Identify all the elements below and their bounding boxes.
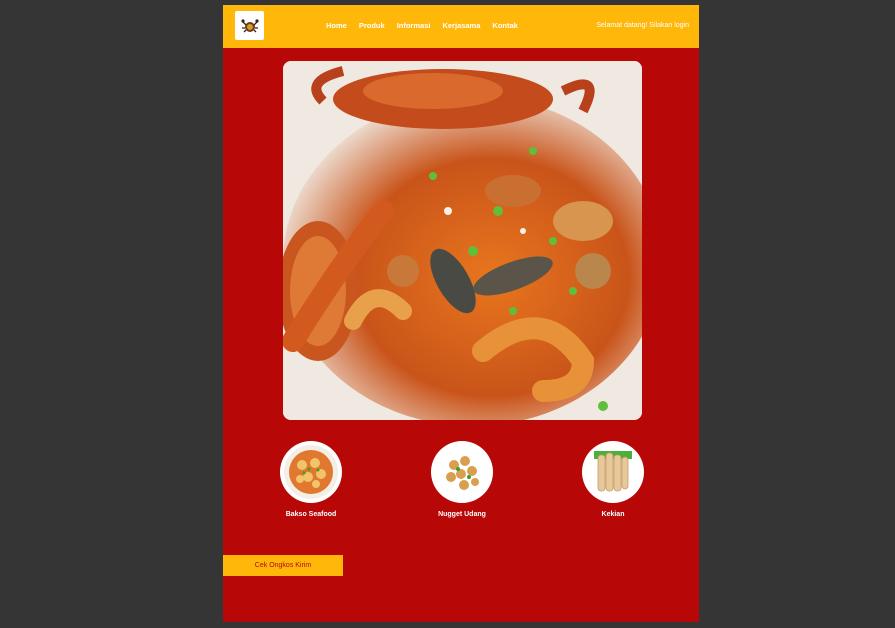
nav-home[interactable]: Home	[326, 21, 347, 30]
page-container: Home Produk Informasi Kerjasama Kontak S…	[223, 5, 699, 622]
crab-logo-icon	[240, 18, 259, 32]
product-thumbnail	[433, 443, 491, 501]
product-thumbnail	[282, 443, 340, 501]
nav-produk[interactable]: Produk	[359, 21, 385, 30]
seafood-platter-image	[283, 61, 642, 420]
logo[interactable]	[235, 11, 264, 40]
main-nav: Home Produk Informasi Kerjasama Kontak	[326, 21, 530, 30]
site-header: Home Produk Informasi Kerjasama Kontak S…	[223, 5, 699, 48]
product-thumbnail	[584, 443, 642, 501]
nav-informasi[interactable]: Informasi	[397, 21, 431, 30]
nav-kerjasama[interactable]: Kerjasama	[442, 21, 480, 30]
bakso-seafood-image	[284, 445, 338, 499]
product-item-kekian[interactable]: Kekian	[568, 443, 658, 518]
hero-image	[283, 61, 642, 420]
product-name: Bakso Seafood	[285, 511, 337, 518]
product-item-nugget-udang[interactable]: Nugget Udang	[417, 443, 507, 518]
check-shipping-button[interactable]: Cek Ongkos Kirim	[223, 555, 343, 576]
welcome-login-link[interactable]: Selamat datang! Silakan login	[596, 22, 689, 29]
product-name: Nugget Udang	[438, 511, 486, 518]
nugget-udang-image	[435, 445, 489, 499]
kekian-image	[586, 445, 640, 499]
product-item-bakso-seafood[interactable]: Bakso Seafood	[266, 443, 356, 518]
nav-kontak[interactable]: Kontak	[492, 21, 517, 30]
product-list: Bakso Seafood Nugget Udang Kekian	[223, 443, 699, 533]
product-name: Kekian	[601, 511, 625, 518]
